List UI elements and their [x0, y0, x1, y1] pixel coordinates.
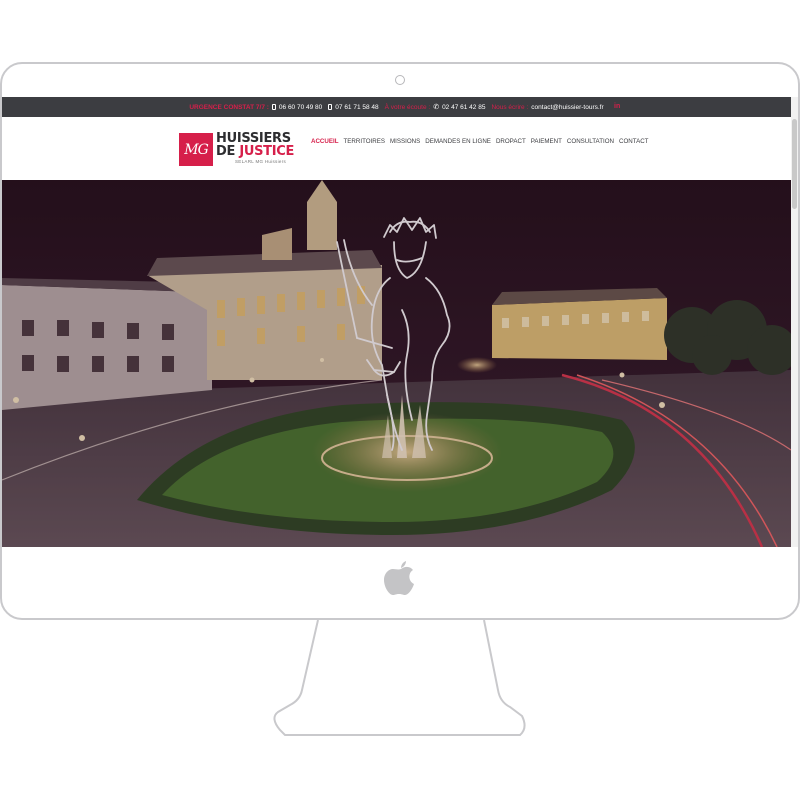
nav-item-paiement[interactable]: PAIEMENT — [531, 138, 562, 145]
email-label: Nous écrire : — [491, 103, 529, 111]
logo-text-de: DE — [216, 144, 240, 159]
scrollbar[interactable] — [791, 97, 798, 547]
email-link[interactable]: contact@huissier-tours.fr — [531, 104, 603, 111]
mobile-phone-icon — [271, 104, 276, 110]
office-phone[interactable]: 02 47 61 42 85 — [442, 104, 485, 111]
mobile-phone-icon — [328, 104, 333, 110]
office-label: À votre écoute : — [384, 103, 431, 111]
nav-item-accueil[interactable]: ACCUEIL — [311, 138, 339, 145]
site-header: MG HUISSIERS DE JUSTICE SELARL MG Huissi… — [2, 117, 791, 180]
nav-item-contact[interactable]: CONTACT — [619, 138, 648, 145]
mobile-number-2[interactable]: 07 61 71 58 48 — [335, 104, 378, 111]
nav-item-dropact[interactable]: DROPACT — [496, 138, 526, 145]
top-contact-bar: URGENCE CONSTAT 7/7 : 06 60 70 49 80 07 … — [2, 97, 791, 117]
logo-text-line2: DE JUSTICE — [216, 145, 294, 158]
urgence-label: URGENCE CONSTAT 7/7 : — [189, 103, 269, 111]
hero-banner — [2, 180, 791, 547]
telephone-icon: ✆ — [433, 103, 440, 111]
apple-logo-icon — [384, 561, 414, 595]
nav-item-territoires[interactable]: TERRITOIRES — [344, 138, 386, 145]
nav-item-missions[interactable]: MISSIONS — [390, 138, 420, 145]
logo-subtitle: SELARL MG Huissiers — [235, 159, 287, 164]
nav-item-demandes-en-ligne[interactable]: DEMANDES EN LIGNE — [425, 138, 491, 145]
hero-image — [2, 180, 791, 547]
logo-mark: MG — [179, 133, 213, 166]
mobile-number-1[interactable]: 06 60 70 49 80 — [279, 104, 322, 111]
scrollbar-thumb[interactable] — [792, 119, 797, 209]
nav-item-consultation[interactable]: CONSULTATION — [567, 138, 614, 145]
linkedin-icon[interactable]: in — [614, 103, 620, 110]
logo-text-justice: JUSTICE — [239, 144, 295, 159]
main-nav: ACCUEIL TERRITOIRES MISSIONS DEMANDES EN… — [311, 138, 653, 145]
site-logo[interactable]: MG HUISSIERS DE JUSTICE SELARL MG Huissi… — [179, 131, 299, 167]
browser-screen: URGENCE CONSTAT 7/7 : 06 60 70 49 80 07 … — [2, 97, 798, 547]
